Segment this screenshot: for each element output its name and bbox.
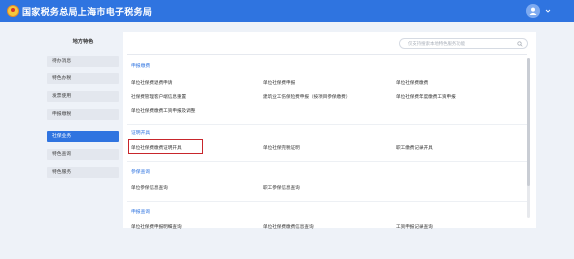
link-client-reset[interactable]: 社保费管理客户端信息重置 [131,94,186,100]
link-annual-wage[interactable]: 单位社保费年度缴费工资申报 [396,94,456,100]
user-avatar-icon[interactable] [526,4,540,18]
divider [127,54,527,55]
link-unit-ss-pay[interactable]: 单位社保费缴费 [396,80,428,86]
link-unit-insured-query[interactable]: 单位参保信息查询 [131,185,168,191]
section-title-declare-pay: 申报缴费 [131,64,151,69]
site-title: 国家税务总局上海市电子税务局 [22,8,153,18]
section-separator [127,201,527,202]
section-title-declare-query: 申报查询 [131,210,151,215]
link-declare-detail-query[interactable]: 单位社保费申报明细查询 [131,224,182,230]
sidebar-item-invoice-use[interactable]: 发票使用 [47,91,119,102]
link-unit-ss-declare[interactable]: 单位社保费申报 [263,80,295,86]
link-wage-adjust[interactable]: 单位社保费缴费工资申报及调整 [131,108,195,114]
left-sidebar: 地方特色 待办消息 特色办税 发票使用 申报缴税 社保业务 特色查询 特色服务 [47,32,119,228]
scrollbar[interactable] [527,58,530,218]
link-wage-record-query[interactable]: 工资申报记录查询 [396,224,433,230]
search-input[interactable]: 仅支持搜索本地特色服务功能 [399,38,528,49]
chevron-down-icon[interactable] [545,8,551,14]
link-ss-tax-certificate[interactable]: 单位社保完税证明 [263,145,300,151]
link-construction-injury[interactable]: 建筑业工伤保险费申报（按项目参保缴费） [263,94,350,100]
section-separator [127,124,527,125]
link-employee-insured-query[interactable]: 职工参保信息查询 [263,185,300,191]
search-placeholder: 仅支持搜索本地特色服务功能 [408,42,466,47]
sidebar-item-declare-pay[interactable]: 申报缴税 [47,109,119,120]
tax-bureau-emblem-icon [7,5,19,17]
link-pay-info-query[interactable]: 单位社保费缴费信息查询 [263,224,314,230]
sidebar-heading: 地方特色 [72,39,94,45]
section-title-insured-query: 参保查询 [131,170,151,175]
link-refund-application[interactable]: 单位社保费退费申请 [131,80,172,86]
sidebar-item-special-query[interactable]: 特色查询 [47,149,119,160]
section-title-certificates: 证明开具 [131,131,151,136]
top-navigation-bar: 国家税务总局上海市电子税务局 [0,0,574,22]
sidebar-item-special-tax[interactable]: 特色办税 [47,73,119,84]
sidebar-item-pending-messages[interactable]: 待办消息 [47,56,119,67]
link-employee-record[interactable]: 职工缴费记录开具 [396,145,433,151]
sidebar-item-social-security[interactable]: 社保业务 [47,131,119,142]
search-icon[interactable] [517,41,523,47]
sidebar-item-special-service[interactable]: 特色服务 [47,167,119,178]
main-panel: 仅支持搜索本地特色服务功能 申报缴费 单位社保费退费申请 单位社保费申报 单位社… [123,32,536,230]
section-separator [127,161,527,162]
scrollbar-thumb[interactable] [527,58,530,186]
highlight-box [128,139,203,154]
